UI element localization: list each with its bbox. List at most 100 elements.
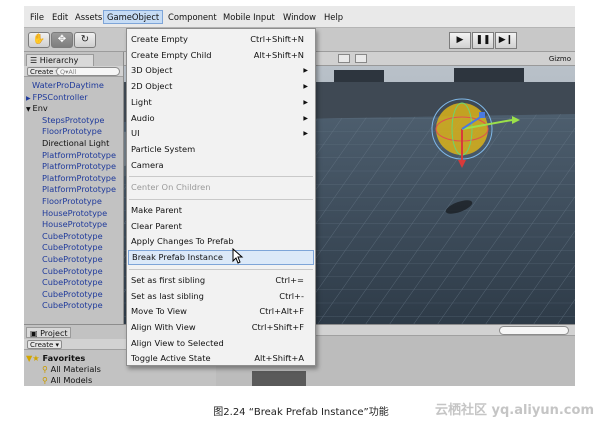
hierarchy-item[interactable]: CubePrototype (42, 277, 124, 288)
favorites-item[interactable]: ▼★ Favorites (26, 353, 85, 364)
hierarchy-item-label: FPSController (32, 91, 88, 102)
menu-item-2d-object[interactable]: 2D Object ▶ (128, 79, 314, 94)
menu-item-particle-system[interactable]: Particle System (128, 142, 314, 157)
hierarchy-item[interactable]: PlatformPrototype (42, 161, 124, 172)
pause-button[interactable]: ❚❚ (472, 32, 494, 49)
menu-item-label: Move To View (131, 306, 187, 317)
hand-icon: ✋ (32, 34, 46, 45)
menu-item-label: 3D Object (131, 65, 173, 76)
menu-item-label: Align View to Selected (131, 337, 224, 348)
play-icon: ▶ (456, 35, 464, 45)
hierarchy-item-label: PlatformPrototype (42, 161, 117, 172)
hand-tool-button[interactable]: ✋ (28, 32, 50, 48)
hierarchy-item-label: HousePrototype (42, 219, 108, 230)
menu-item-label: Particle System (131, 143, 196, 154)
menu-item-align-view-to-selected[interactable]: Align View to Selected (128, 336, 314, 351)
hierarchy-item[interactable]: CubePrototype (42, 254, 124, 265)
hierarchy-item[interactable]: HousePrototype (42, 208, 124, 219)
menu-item-3d-object[interactable]: 3D Object ▶ (128, 63, 314, 78)
menu-item-label: Clear Parent (131, 220, 182, 231)
menu-item-align-with-view[interactable]: Align With View Ctrl+Shift+F (128, 320, 314, 335)
menu-window[interactable]: Window (280, 10, 319, 24)
hierarchy-item-label: StepsPrototype (42, 114, 105, 125)
hierarchy-item[interactable]: ▼ Env (26, 103, 124, 114)
hierarchy-item[interactable]: Directional Light (42, 138, 124, 149)
menu-item-create-empty-child[interactable]: Create Empty Child Alt+Shift+N (128, 48, 314, 63)
menu-edit[interactable]: Edit (49, 10, 71, 24)
gizmos-dropdown[interactable]: Gizmo (549, 53, 571, 65)
step-button[interactable]: ▶❙ (495, 32, 517, 49)
menu-separator (129, 176, 313, 178)
hierarchy-item[interactable]: HousePrototype (42, 219, 124, 230)
hierarchy-item[interactable]: StepsPrototype (42, 115, 124, 126)
search-icon: ⚲ (42, 364, 48, 374)
menu-file[interactable]: File (27, 10, 47, 24)
menu-gameobject[interactable]: GameObject (103, 10, 164, 24)
menu-mobile-input[interactable]: Mobile Input (220, 10, 278, 24)
pause-icon: ❚❚ (475, 35, 491, 45)
hierarchy-item[interactable]: PlatformPrototype (42, 150, 124, 161)
menu-item-light[interactable]: Light ▶ (128, 95, 314, 110)
menu-component[interactable]: Component (165, 10, 220, 24)
hierarchy-item[interactable]: CubePrototype (42, 289, 124, 300)
chevron-right-icon: ▶ (303, 98, 308, 106)
asset-thumbnail[interactable] (252, 371, 306, 386)
folder-icon: ▣ (30, 329, 41, 338)
gameobject-menu: Create Empty Ctrl+Shift+N Create Empty Chi… (126, 28, 316, 366)
menu-item-clear-parent[interactable]: Clear Parent (128, 219, 314, 234)
menu-item-create-empty[interactable]: Create Empty Ctrl+Shift+N (128, 32, 314, 47)
hierarchy-item[interactable]: FloorPrototype (42, 196, 124, 207)
project-tab[interactable]: ▣ Project (26, 327, 72, 338)
list-icon: ☰ (30, 56, 40, 65)
menu-item-label: Create Empty (131, 34, 188, 44)
project-search-input[interactable] (499, 326, 569, 335)
star-icon: ▼★ (26, 353, 40, 363)
watermark: 云栖社区 yq.aliyun.com (434, 403, 594, 418)
menu-item-shortcut: Ctrl+Shift+N (250, 34, 304, 44)
hierarchy-item-label: CubePrototype (42, 242, 103, 253)
list-item[interactable]: ⚲ All Models (42, 375, 92, 386)
menu-item-break-prefab-instance[interactable]: Break Prefab Instance (128, 250, 314, 266)
hierarchy-item[interactable]: PlatformPrototype (42, 184, 124, 195)
menu-item-apply-changes-to-prefab[interactable]: Apply Changes To Prefab (128, 234, 314, 249)
menu-item-ui[interactable]: UI ▶ (128, 126, 314, 141)
menu-item-make-parent[interactable]: Make Parent (128, 203, 314, 218)
hierarchy-item[interactable]: CubePrototype (42, 300, 124, 311)
menu-item-camera[interactable]: Camera (128, 158, 314, 173)
chevron-right-icon: ▶ (303, 67, 308, 75)
menu-item-set-as-first-sibling[interactable]: Set as first sibling Ctrl+= (128, 273, 314, 288)
menu-item-shortcut: Ctrl+= (275, 274, 304, 285)
scene-shading-dropdown[interactable] (338, 54, 350, 63)
menu-separator (129, 199, 313, 200)
menu-item-label: UI (131, 128, 140, 139)
hierarchy-tab[interactable]: ☰ Hierarchy (26, 54, 94, 66)
hierarchy-item[interactable]: PlatformPrototype (42, 173, 124, 184)
list-item[interactable]: ⚲ All Materials (42, 364, 101, 375)
hierarchy-item[interactable]: CubePrototype (42, 231, 124, 242)
hierarchy-item[interactable]: CubePrototype (42, 266, 124, 277)
menu-item-move-to-view[interactable]: Move To View Ctrl+Alt+F (128, 304, 314, 319)
hierarchy-item[interactable]: FloorPrototype (42, 126, 124, 137)
menu-assets[interactable]: Assets (72, 10, 105, 24)
hierarchy-search-input[interactable]: Q▾All (56, 67, 120, 76)
hierarchy-item[interactable]: CubePrototype (42, 242, 124, 253)
menu-item-label: 2D Object (131, 81, 173, 92)
menu-item-audio[interactable]: Audio ▶ (128, 111, 314, 126)
play-button[interactable]: ▶ (449, 32, 471, 49)
menu-item-toggle-active-state[interactable]: Toggle Active State Alt+Shift+A (128, 351, 314, 366)
hierarchy-item-label: PlatformPrototype (42, 149, 117, 160)
scene-effects-dropdown[interactable] (355, 54, 367, 63)
menu-item-label: Center On Children (131, 182, 211, 193)
rotate-tool-button[interactable]: ↻ (74, 32, 96, 48)
hierarchy-item[interactable]: WaterProDaytime (32, 80, 124, 91)
menu-item-label: Toggle Active State (131, 353, 211, 364)
move-tool-button[interactable]: ✥ (51, 32, 73, 48)
project-create-dropdown[interactable]: Create ▾ (27, 340, 62, 349)
hierarchy-item[interactable]: ▶ FPSController (26, 92, 124, 103)
menu-help[interactable]: Help (321, 10, 346, 24)
menu-item-set-as-last-sibling[interactable]: Set as last sibling Ctrl+- (128, 289, 314, 304)
menu-item-label: Audio (131, 112, 155, 123)
menu-item-label: Break Prefab Instance (132, 252, 223, 263)
menu-bar: File Edit Assets GameObject Component Mobile … (24, 6, 575, 28)
hierarchy-item-label: Env (32, 103, 48, 114)
